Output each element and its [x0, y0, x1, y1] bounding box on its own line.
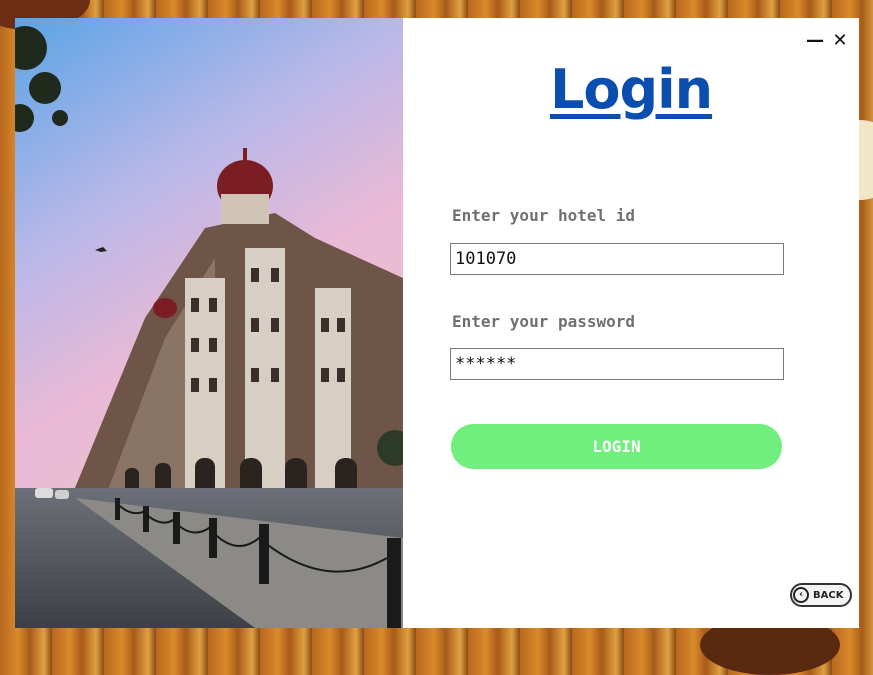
back-button-label: BACK	[813, 589, 844, 601]
login-button[interactable]: LOGIN	[451, 424, 782, 469]
minimize-button[interactable]: —	[802, 28, 828, 54]
page-title: Login	[549, 58, 713, 121]
close-button[interactable]: ✕	[827, 28, 853, 54]
hotel-id-label: Enter your hotel id	[452, 206, 636, 225]
login-panel: — ✕ Login Enter your hotel id Enter your…	[403, 18, 859, 628]
back-button[interactable]: ‹ BACK	[790, 583, 852, 607]
password-input[interactable]	[450, 348, 784, 380]
hotel-id-input[interactable]	[450, 243, 784, 275]
chevron-left-circle-icon: ‹	[793, 587, 809, 603]
password-label: Enter your password	[452, 312, 636, 331]
hotel-photo	[15, 18, 403, 628]
login-window: — ✕ Login Enter your hotel id Enter your…	[15, 18, 859, 628]
